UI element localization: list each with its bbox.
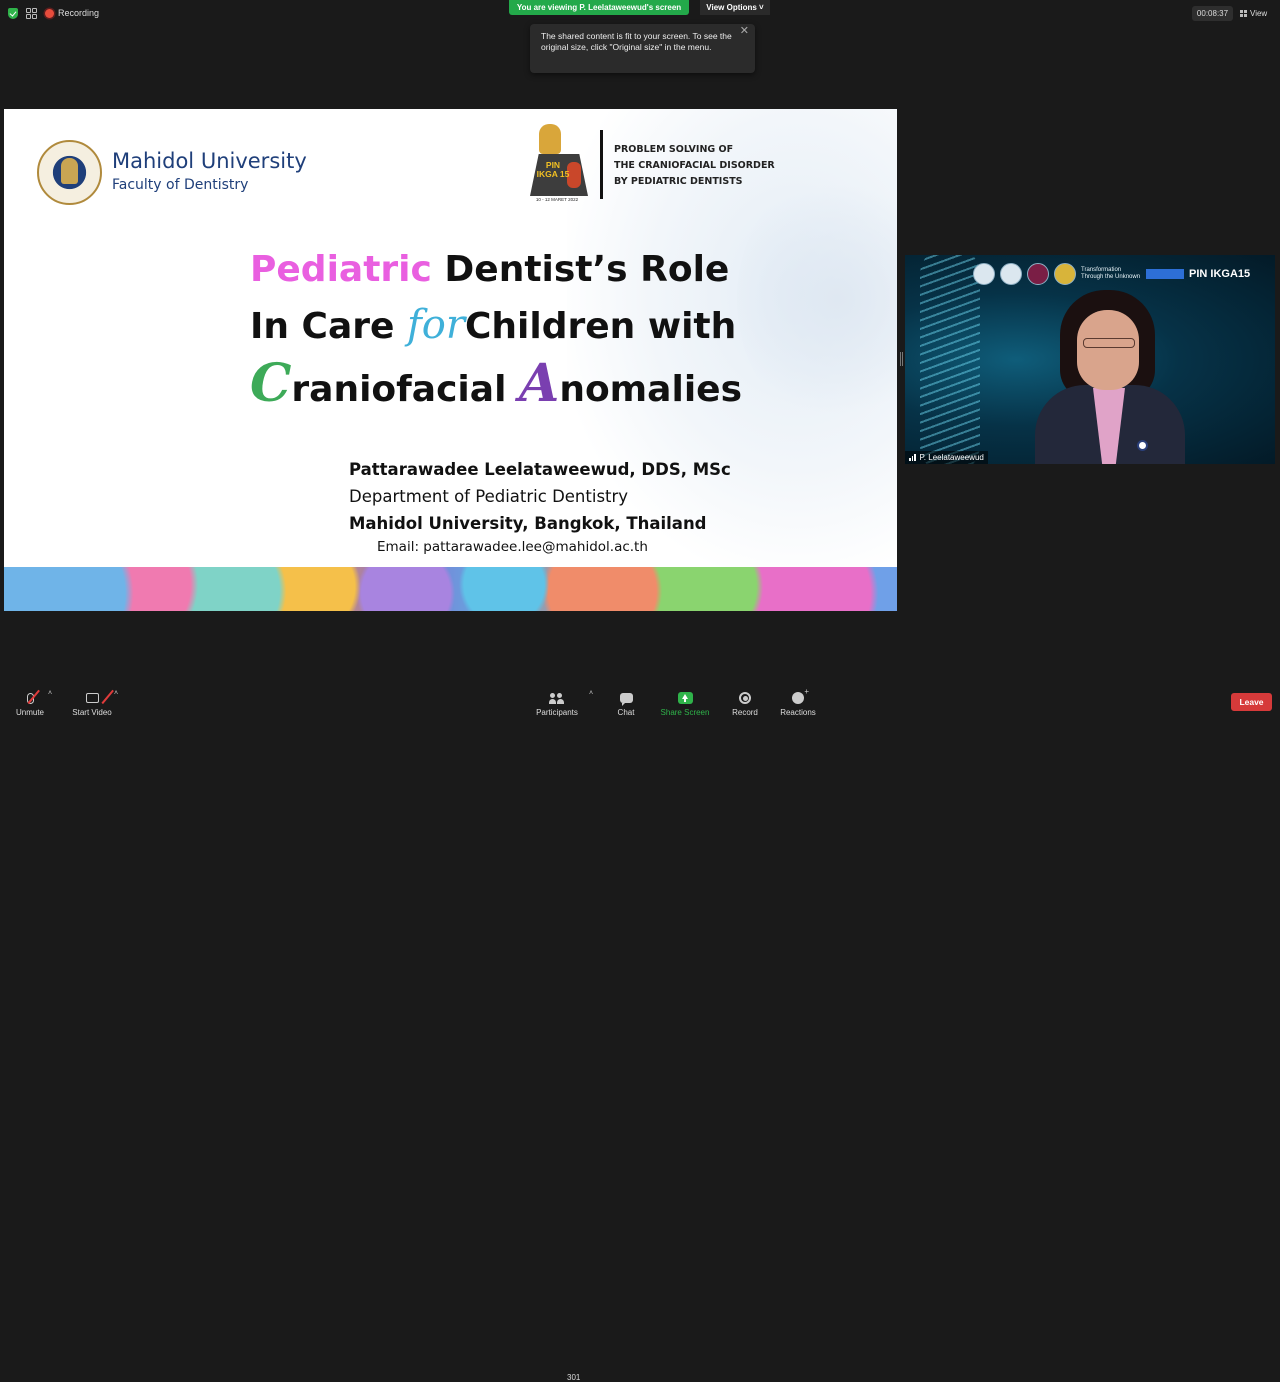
title-text: raniofacial bbox=[291, 369, 519, 410]
participants-options-chevron-icon[interactable]: ˄ bbox=[589, 690, 593, 697]
view-options-button[interactable]: View Options ˅ bbox=[700, 0, 770, 15]
view-label: View bbox=[1250, 9, 1268, 18]
title-text: In Care bbox=[250, 306, 407, 347]
subtitle-line: THE CRANIOFACIAL DISORDER bbox=[614, 160, 775, 171]
university-logo bbox=[1027, 263, 1049, 285]
participant-count: 301 bbox=[567, 1373, 581, 1382]
record-label: Record bbox=[732, 708, 758, 717]
fit-to-screen-tooltip: The shared content is fit to your screen… bbox=[530, 24, 755, 73]
tooltip-text: The shared content is fit to your screen… bbox=[541, 31, 732, 52]
start-video-button[interactable]: Start Video bbox=[70, 687, 114, 717]
participants-icon bbox=[549, 690, 565, 706]
pin-logo-text: PIN IKGA 15 bbox=[536, 160, 570, 179]
dna-helix-background bbox=[920, 255, 980, 464]
recording-indicator[interactable]: Recording bbox=[45, 8, 99, 18]
mahidol-seal-logo bbox=[37, 140, 102, 205]
reaction-emoji-icon bbox=[792, 687, 809, 706]
author-affiliation: Mahidol University, Bangkok, Thailand bbox=[349, 514, 707, 533]
chat-label: Chat bbox=[617, 708, 635, 717]
presenter-pin-badge bbox=[1137, 440, 1148, 451]
meeting-timer: 00:08:37 bbox=[1192, 6, 1233, 21]
participants-label: Participants bbox=[536, 708, 578, 717]
title-text: nomalies bbox=[559, 369, 743, 410]
meeting-info-grid-icon[interactable] bbox=[26, 7, 37, 19]
video-off-icon bbox=[85, 689, 114, 706]
audio-options-chevron-icon[interactable]: ˄ bbox=[48, 690, 52, 697]
subtitle-line: PROBLEM SOLVING OF bbox=[614, 144, 734, 155]
meeting-toolbar: Unmute ˄ Start Video ˄ Participants 301 … bbox=[0, 684, 1280, 1382]
unmute-label: Unmute bbox=[15, 708, 44, 717]
leave-button[interactable]: Leave bbox=[1231, 693, 1272, 711]
event-date: 10 - 12 MARET 2022 bbox=[535, 197, 579, 202]
title-highlight: Pediatric bbox=[250, 249, 432, 290]
association-logo bbox=[1054, 263, 1076, 285]
ikga-logo bbox=[973, 263, 995, 285]
shared-screen[interactable]: Mahidol University Faculty of Dentistry … bbox=[4, 109, 897, 611]
share-screen-icon bbox=[677, 690, 693, 706]
slide-title-line-1: Pediatric Dentist’s Role bbox=[250, 243, 729, 297]
logo-divider bbox=[600, 130, 603, 199]
participant-video-tile[interactable]: Transformation Through the Unknown PIN I… bbox=[905, 255, 1275, 464]
faculty-name: Faculty of Dentistry bbox=[112, 177, 249, 193]
pin-ikga-small-logo: PIN IKGA15 bbox=[1189, 268, 1251, 280]
record-icon bbox=[739, 690, 751, 706]
muted-mic-icon bbox=[26, 689, 40, 706]
university-name: Mahidol University bbox=[112, 149, 307, 173]
share-screen-label: Share Screen bbox=[660, 708, 710, 717]
recording-label: Recording bbox=[58, 8, 100, 18]
presenter-face bbox=[1077, 310, 1139, 390]
title-initial-a: A bbox=[518, 353, 560, 414]
viewing-screen-banner: You are viewing P. Leelataweewud's scree… bbox=[509, 0, 689, 15]
video-options-chevron-icon[interactable]: ˄ bbox=[114, 690, 118, 697]
unmute-button[interactable]: Unmute bbox=[12, 687, 48, 717]
author-email: Email: pattarawadee.lee@mahidol.ac.th bbox=[377, 539, 648, 555]
transformation-logo-text: Transformation Through the Unknown bbox=[1081, 267, 1141, 280]
author-block: Pattarawadee Leelataweewud, DDS, MSc Dep… bbox=[349, 456, 731, 537]
presenter-glasses bbox=[1083, 338, 1135, 348]
title-text: Dentist’s Role bbox=[431, 249, 730, 290]
participants-button[interactable]: Participants bbox=[533, 687, 581, 717]
title-text: Children with bbox=[465, 306, 737, 347]
chat-button[interactable]: Chat bbox=[612, 687, 640, 717]
view-button[interactable]: View bbox=[1240, 6, 1267, 21]
slide-title-line-3: Craniofacial Anomalies bbox=[250, 357, 742, 417]
sponsor-logos: Transformation Through the Unknown PIN I… bbox=[973, 263, 1250, 285]
subtitle-line: BY PEDIATRIC DENTISTS bbox=[614, 176, 743, 187]
author-name: Pattarawadee Leelataweewud, DDS, MSc bbox=[349, 460, 731, 479]
close-icon[interactable]: ✕ bbox=[740, 26, 749, 37]
participant-name: P. Leelataweewud bbox=[919, 453, 984, 462]
participant-name-bar: P. Leelataweewud bbox=[905, 451, 988, 464]
meeting-status-bar: Recording bbox=[8, 6, 99, 20]
start-video-label: Start Video bbox=[72, 708, 112, 717]
pin-ikga-logo: PIN IKGA 15 10 - 12 MARET 2022 bbox=[527, 124, 592, 204]
sponsor-logo-bar bbox=[1146, 269, 1184, 279]
reactions-label: Reactions bbox=[780, 708, 816, 717]
slide-title-line-2: In Care forChildren with bbox=[250, 298, 736, 354]
painted-hands-banner bbox=[4, 567, 897, 611]
event-subtitle: PROBLEM SOLVING OF THE CRANIOFACIAL DISO… bbox=[614, 142, 775, 190]
presenter-figure bbox=[1025, 290, 1195, 464]
title-initial-c: C bbox=[250, 353, 292, 414]
encryption-shield-icon[interactable] bbox=[8, 7, 18, 19]
ikga-logo-2 bbox=[1000, 263, 1022, 285]
view-grid-icon bbox=[1240, 10, 1247, 17]
panel-resize-handle[interactable] bbox=[900, 352, 903, 366]
share-screen-button[interactable]: Share Screen bbox=[660, 687, 710, 717]
title-for-word: for bbox=[406, 302, 465, 348]
chat-bubble-icon bbox=[619, 690, 633, 706]
record-dot-icon bbox=[45, 8, 54, 18]
author-department: Department of Pediatric Dentistry bbox=[349, 487, 629, 506]
mascot-figure bbox=[539, 124, 561, 154]
record-button[interactable]: Record bbox=[728, 687, 762, 717]
reactions-button[interactable]: Reactions bbox=[778, 687, 818, 717]
signal-strength-icon bbox=[909, 454, 916, 461]
